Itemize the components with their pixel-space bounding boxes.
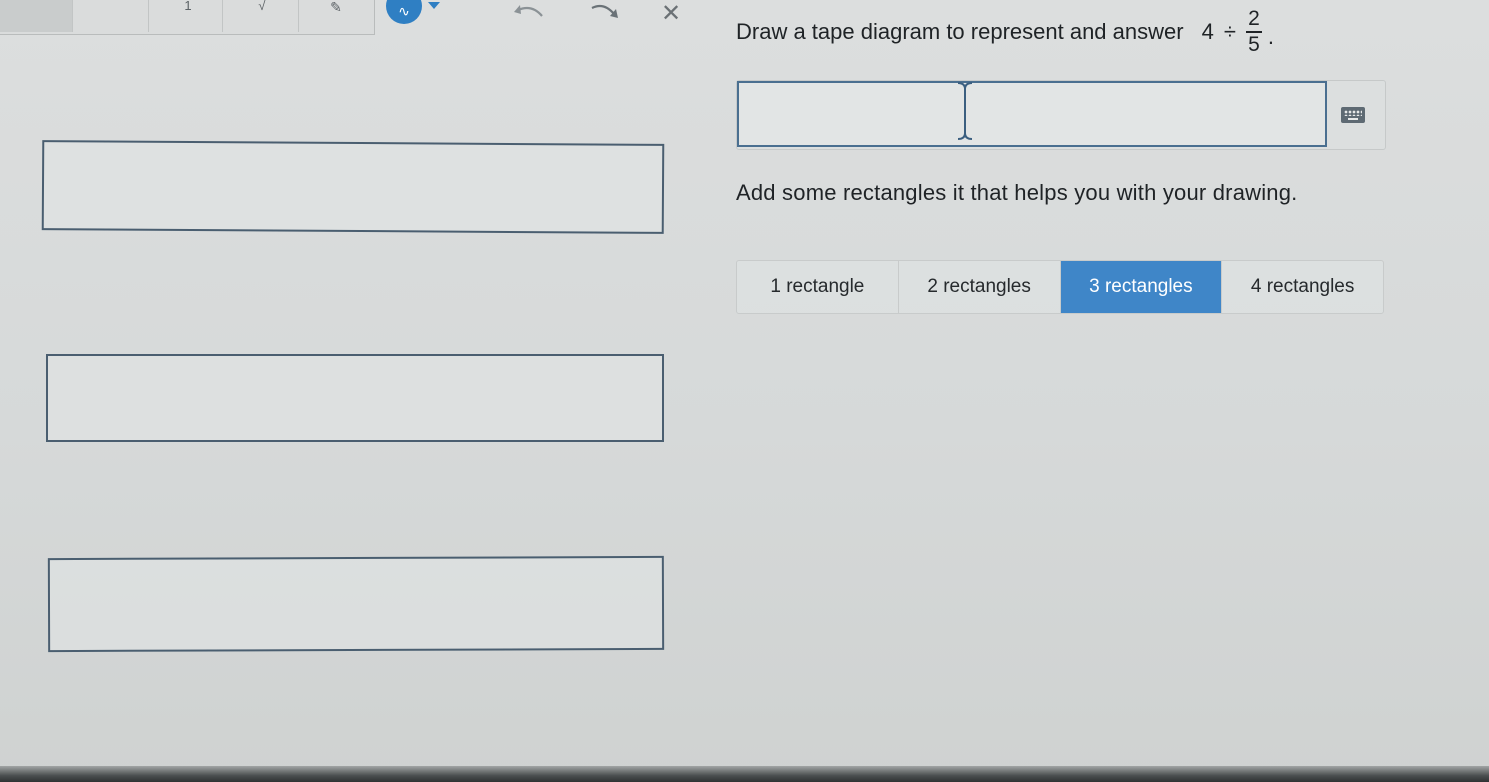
drawing-canvas[interactable] bbox=[0, 52, 706, 782]
keyboard-icon[interactable] bbox=[1341, 107, 1365, 123]
choice-3-rectangles[interactable]: 3 rectangles bbox=[1060, 261, 1223, 313]
question-period: . bbox=[1267, 24, 1275, 49]
pencil-icon: ✎ bbox=[330, 0, 342, 15]
tape-rectangle-1[interactable] bbox=[41, 140, 665, 234]
text-cursor-icon bbox=[957, 82, 973, 140]
tape-rectangle-2[interactable] bbox=[46, 354, 664, 442]
number-one-icon: 1 bbox=[184, 0, 192, 13]
rectangle-count-selector: 1 rectangle 2 rectangles 3 rectangles 4 … bbox=[736, 260, 1384, 314]
redo-icon[interactable] bbox=[586, 2, 626, 22]
screen-bezel bbox=[0, 766, 1489, 782]
answer-input[interactable] bbox=[737, 81, 1327, 147]
tool-cell-sqrt[interactable]: √ bbox=[222, 0, 299, 32]
undo-icon[interactable] bbox=[508, 2, 548, 20]
tool-cell-active[interactable] bbox=[0, 0, 73, 32]
chevron-down-icon[interactable] bbox=[428, 2, 440, 9]
choice-2-rectangles[interactable]: 2 rectangles bbox=[899, 261, 1061, 313]
close-icon[interactable]: ✕ bbox=[656, 0, 686, 28]
division-sign: ÷ bbox=[1223, 19, 1236, 44]
fraction-numerator: 2 bbox=[1248, 7, 1260, 30]
tool-strip: 1 √ ✎ bbox=[0, 0, 375, 35]
answer-field-container bbox=[736, 80, 1386, 150]
freehand-icon: ∿ bbox=[398, 3, 410, 19]
question-prompt: Draw a tape diagram to represent and ans… bbox=[736, 8, 1274, 56]
keyboard-keys bbox=[1344, 110, 1362, 116]
tool-cell-pen[interactable]: ✎ bbox=[298, 0, 374, 32]
tape-rectangle-3[interactable] bbox=[47, 555, 665, 653]
choice-1-rectangle[interactable]: 1 rectangle bbox=[737, 261, 899, 313]
pen-tool-button[interactable]: ∿ bbox=[386, 0, 422, 24]
dividend: 4 bbox=[1201, 19, 1214, 44]
keyboard-space bbox=[1348, 118, 1358, 120]
tool-cell-blank[interactable] bbox=[72, 0, 149, 32]
fraction-denominator: 5 bbox=[1248, 33, 1260, 56]
fraction: 2 5 bbox=[1245, 7, 1262, 56]
drawing-toolbar: 1 √ ✎ ∿ ✕ bbox=[0, 0, 720, 36]
tool-cell-number[interactable]: 1 bbox=[148, 0, 223, 32]
choice-4-rectangles[interactable]: 4 rectangles bbox=[1222, 261, 1383, 313]
question-text: Draw a tape diagram to represent and ans… bbox=[736, 19, 1184, 44]
instruction-text: Add some rectangles it that helps you wi… bbox=[736, 180, 1298, 205]
square-root-icon: √ bbox=[258, 0, 266, 13]
